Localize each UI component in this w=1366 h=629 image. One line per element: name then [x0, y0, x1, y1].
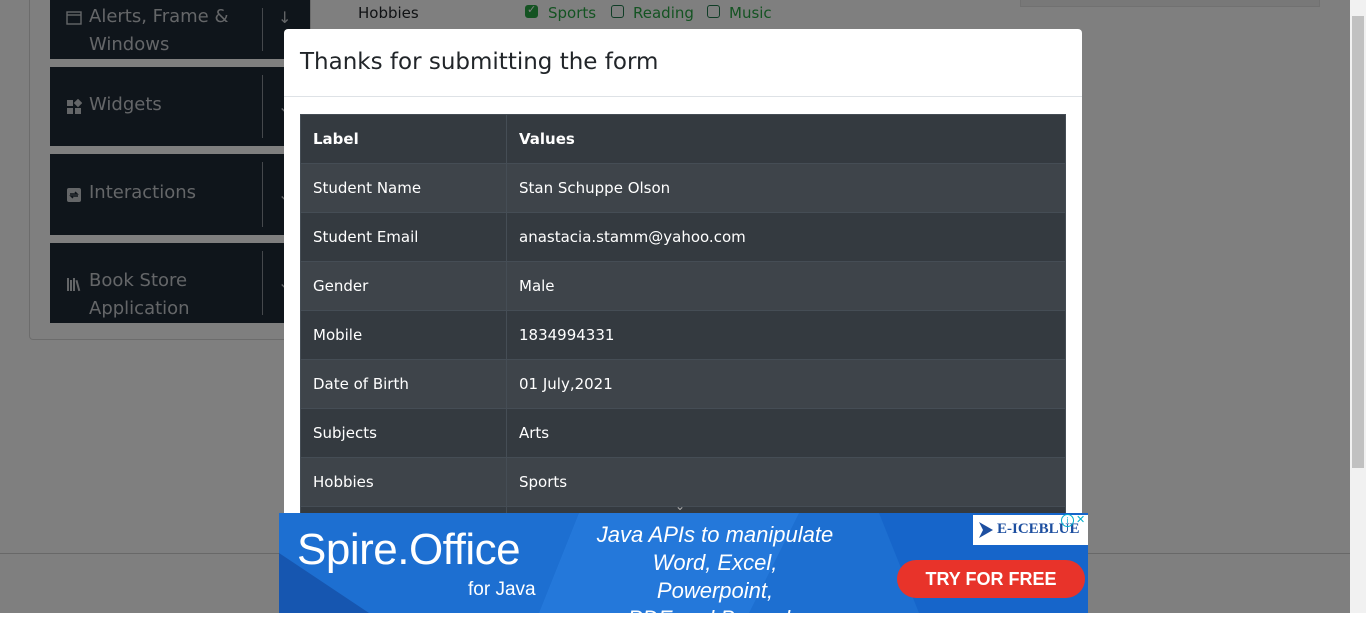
- eiceblue-logo-icon: [979, 522, 993, 538]
- ad-tagline-line: Java APIs to manipulate: [596, 522, 834, 547]
- row-value: Stan Schuppe Olson: [506, 163, 1066, 213]
- row-label: Student Name: [300, 163, 507, 213]
- ad-tagline-line: PDF and Barcode: [595, 605, 835, 613]
- table-row: Mobile 1834994331: [300, 310, 1066, 360]
- row-label: Student Email: [300, 212, 507, 262]
- ad-banner[interactable]: Spire.Office for Java Java APIs to manip…: [279, 513, 1088, 613]
- row-label: Mobile: [300, 310, 507, 360]
- table-row: Subjects Arts: [300, 408, 1066, 458]
- modal-header: Thanks for submitting the form: [284, 29, 1082, 97]
- ad-info-icon[interactable]: i: [1061, 514, 1074, 527]
- row-label: Hobbies: [300, 457, 507, 507]
- ad-title: Spire.Office: [297, 525, 521, 574]
- chevron-down-icon: ⌄: [675, 499, 686, 513]
- try-for-free-button[interactable]: TRY FOR FREE: [897, 560, 1085, 598]
- table-row: Student Email anastacia.stamm@yahoo.com: [300, 212, 1066, 262]
- ad-close-icon[interactable]: ✕: [1076, 514, 1087, 525]
- row-value: Male: [506, 261, 1066, 311]
- table-row: Date of Birth 01 July,2021: [300, 359, 1066, 409]
- column-header-label: Label: [300, 114, 507, 164]
- table-header-row: Label Values: [300, 114, 1066, 164]
- ad-subtitle: for Java: [468, 579, 536, 600]
- ad-tagline: Java APIs to manipulate Word, Excel, Pow…: [595, 521, 835, 613]
- table-row: Student Name Stan Schuppe Olson: [300, 163, 1066, 213]
- scrollbar-thumb[interactable]: [1352, 16, 1364, 468]
- row-label: Date of Birth: [300, 359, 507, 409]
- row-value: 01 July,2021: [506, 359, 1066, 409]
- row-label: Subjects: [300, 408, 507, 458]
- row-value: anastacia.stamm@yahoo.com: [506, 212, 1066, 262]
- modal-title: Thanks for submitting the form: [300, 49, 659, 75]
- ad-tagline-line: Word, Excel, Powerpoint,: [652, 550, 778, 603]
- results-table: Label Values Student Name Stan Schuppe O…: [300, 114, 1066, 527]
- row-value: Sports: [506, 457, 1066, 507]
- row-value: Arts: [506, 408, 1066, 458]
- row-label: Gender: [300, 261, 507, 311]
- table-row: Gender Male: [300, 261, 1066, 311]
- column-header-values: Values: [506, 114, 1066, 164]
- row-value: 1834994331: [506, 310, 1066, 360]
